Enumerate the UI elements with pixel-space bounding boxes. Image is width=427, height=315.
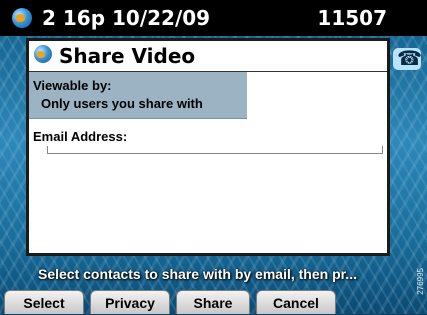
share-video-dialog: Share Video Viewable by: Only users you …: [26, 38, 390, 256]
dialog-title-bar: Share Video: [29, 41, 387, 72]
select-softkey[interactable]: Select: [4, 290, 84, 314]
image-id-watermark: 276995: [416, 268, 425, 295]
status-time: 2 16p 10/22/09: [42, 6, 211, 30]
status-extension: 11507: [317, 6, 387, 30]
viewable-by-value: Only users you share with: [41, 96, 203, 111]
viewable-by-option[interactable]: Viewable by: Only users you share with: [29, 72, 247, 119]
dialog-title: Share Video: [59, 44, 196, 68]
email-address-field[interactable]: [47, 146, 383, 154]
phone-icon[interactable]: [393, 46, 422, 71]
status-bar: 2 16p 10/22/09 11507: [0, 0, 427, 36]
softkey-bar: Select Privacy Share Cancel: [0, 290, 427, 314]
viewable-by-label: Viewable by:: [33, 78, 112, 93]
share-softkey[interactable]: Share: [176, 290, 250, 314]
globe-icon: [12, 8, 32, 28]
globe-icon: [34, 45, 52, 63]
cancel-softkey[interactable]: Cancel: [256, 290, 336, 314]
privacy-softkey[interactable]: Privacy: [90, 290, 170, 314]
email-address-label: Email Address:: [33, 129, 128, 144]
prompt-text: Select contacts to share with by email, …: [38, 266, 357, 282]
prompt-bar: Select contacts to share with by email, …: [0, 264, 427, 286]
